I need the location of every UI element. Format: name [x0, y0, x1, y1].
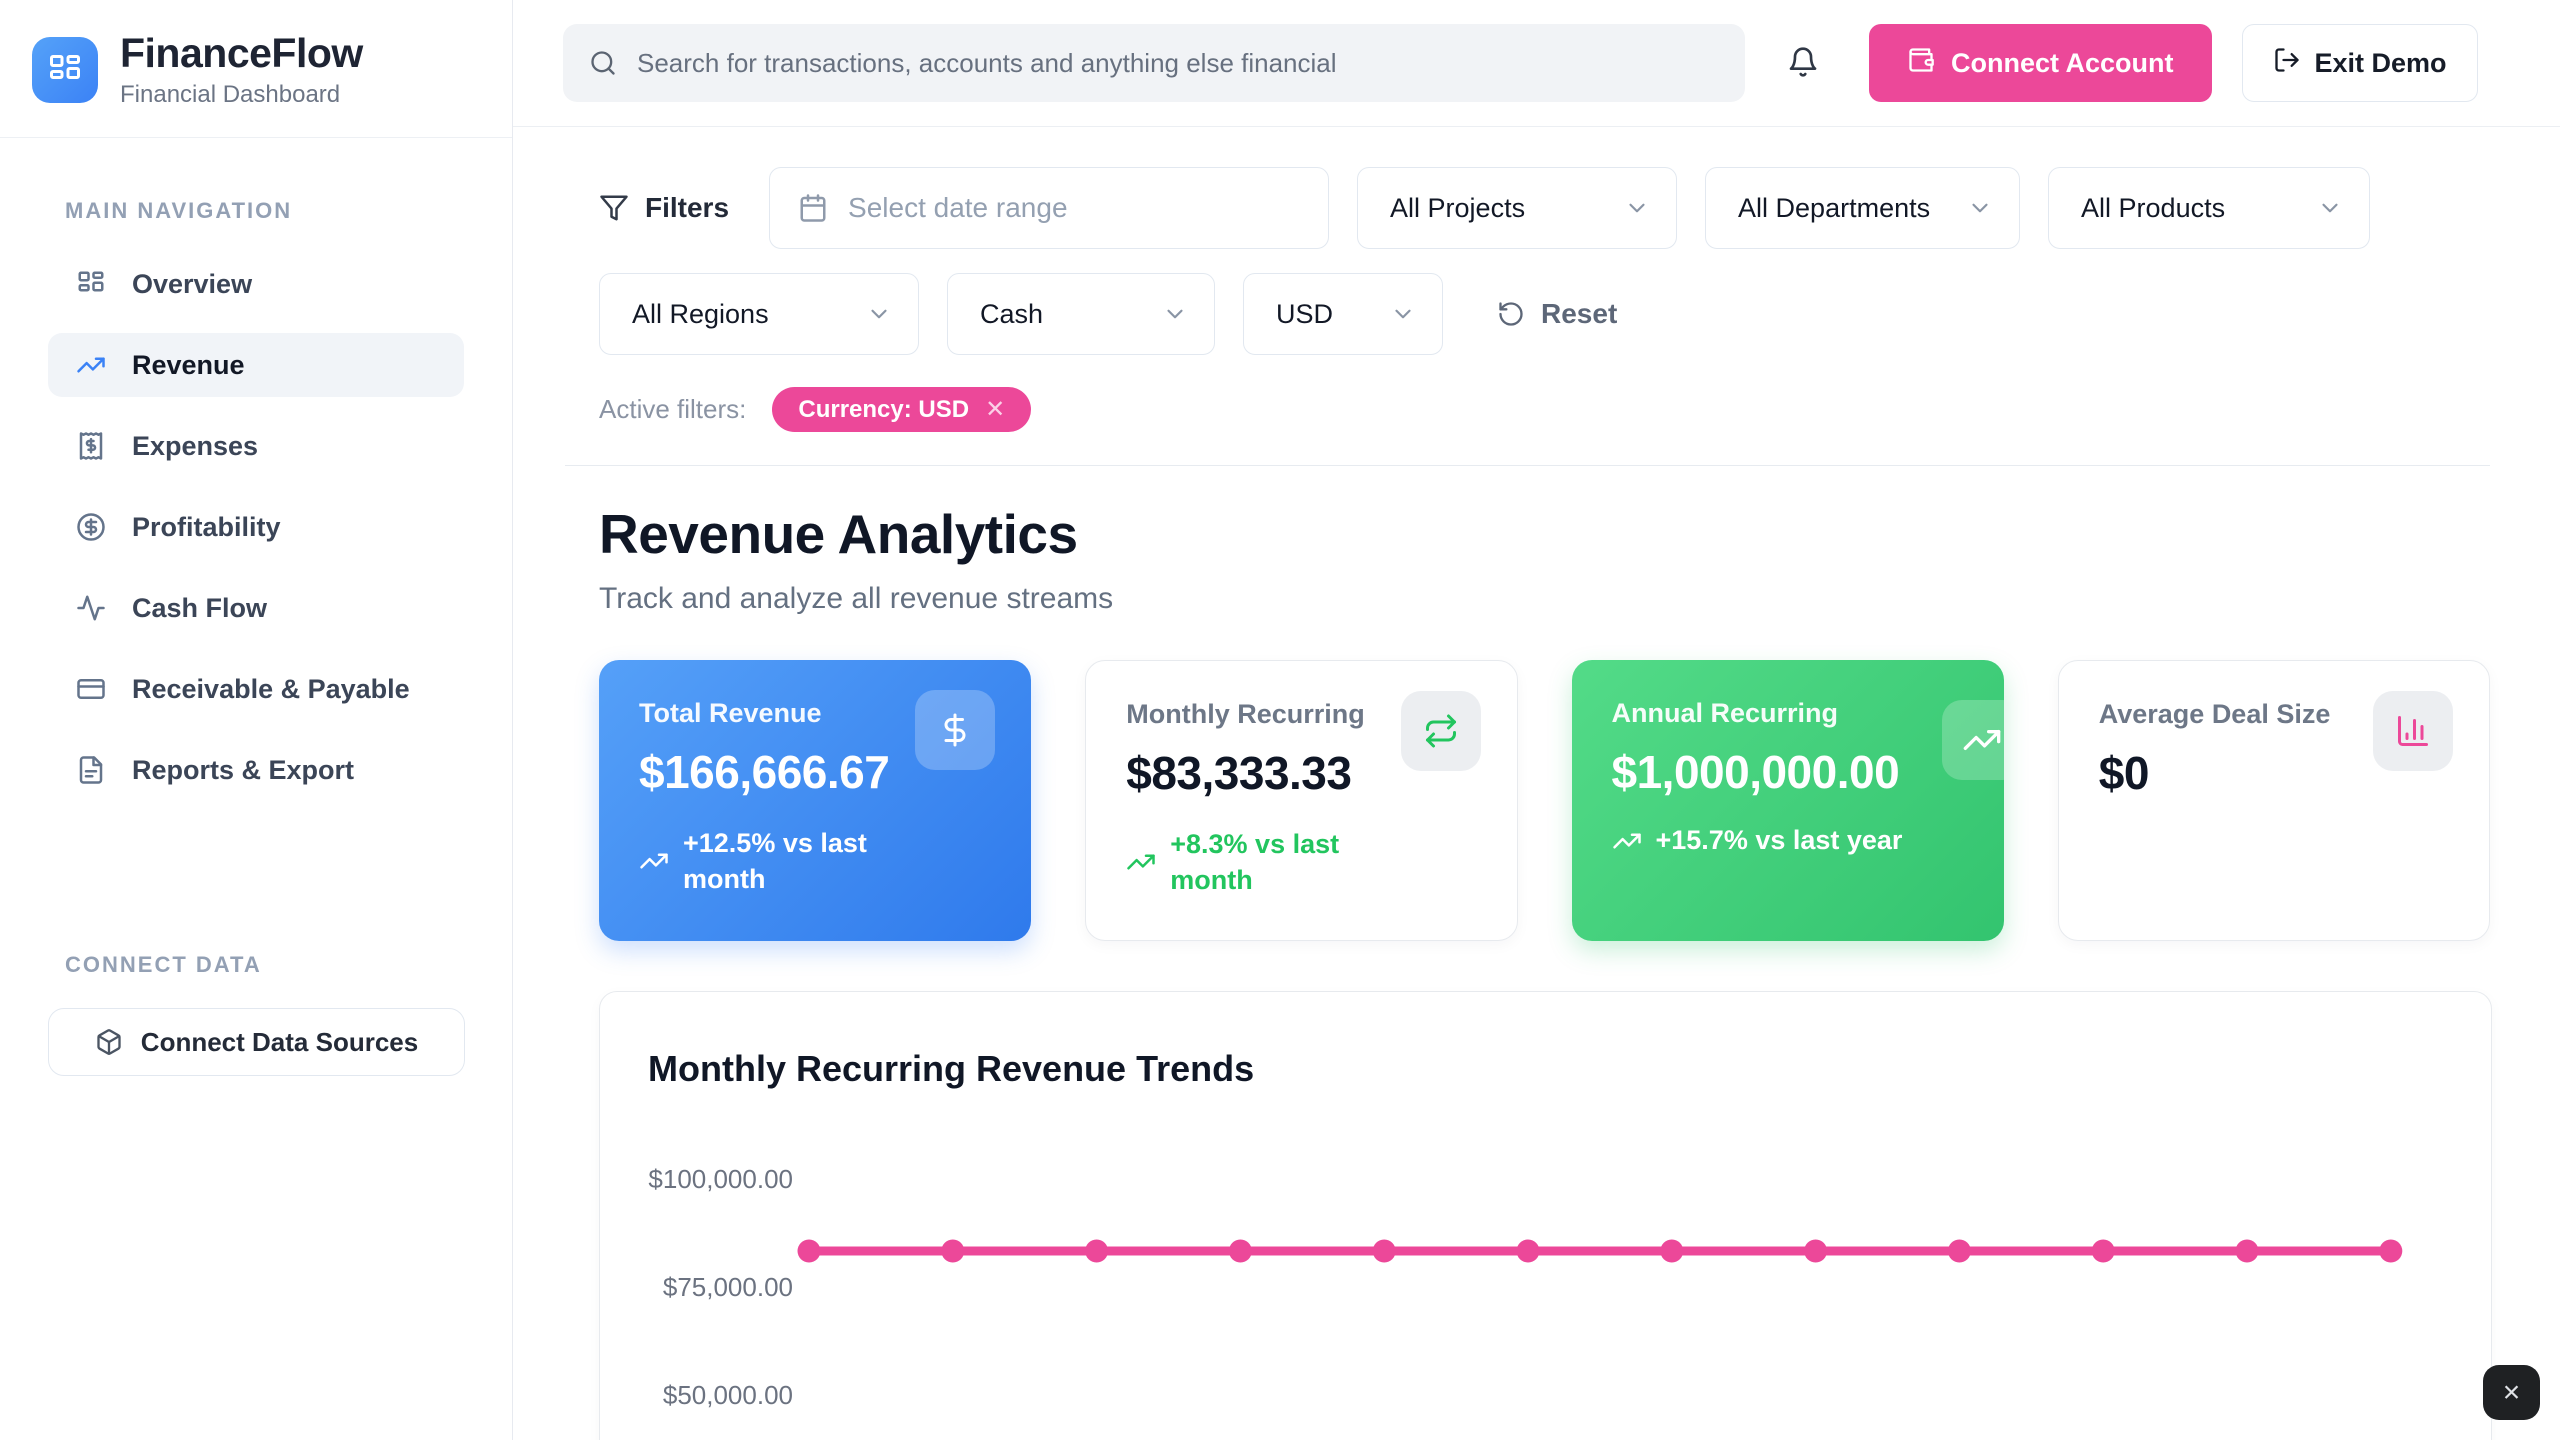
sidebar-item-label: Expenses: [132, 431, 258, 462]
chevron-down-icon: [1162, 301, 1188, 327]
page-title: Revenue Analytics: [599, 502, 2490, 566]
date-range-placeholder: Select date range: [848, 192, 1068, 224]
search-icon: [589, 49, 617, 77]
sidebar-item-label: Profitability: [132, 512, 281, 543]
receipt-icon: [76, 431, 106, 461]
package-box-icon: [95, 1028, 123, 1056]
metric-card-annual-recurring: Annual Recurring $1,000,000.00 +15.7% vs…: [1572, 660, 2004, 941]
repeat-icon: [1401, 691, 1481, 771]
products-dropdown[interactable]: All Products: [2048, 167, 2370, 249]
chip-close-icon[interactable]: ✕: [985, 395, 1005, 424]
activity-icon: [76, 593, 106, 623]
metric-delta: +15.7% vs last year: [1612, 825, 1964, 856]
active-filters-label: Active filters:: [599, 394, 746, 425]
date-range-picker[interactable]: Select date range: [769, 167, 1329, 249]
app-name: FinanceFlow: [120, 30, 363, 77]
bell-icon: [1787, 46, 1819, 81]
bar-chart-icon: [2373, 691, 2453, 771]
sidebar-item-label: Receivable & Payable: [132, 674, 410, 705]
currency-dropdown[interactable]: USD: [1243, 273, 1443, 355]
active-filters-row: Active filters: Currency: USD ✕: [565, 387, 2490, 432]
metric-card-average-deal-size: Average Deal Size $0: [2058, 660, 2490, 941]
connect-account-button[interactable]: Connect Account: [1869, 24, 2212, 102]
mrr-trends-chart-card: Monthly Recurring Revenue Trends $100,00…: [599, 991, 2492, 1440]
search-bar[interactable]: [563, 24, 1745, 102]
page-subtitle: Track and analyze all revenue streams: [599, 582, 2490, 616]
departments-dropdown[interactable]: All Departments: [1705, 167, 2020, 249]
sidebar-item-cash-flow[interactable]: Cash Flow: [48, 576, 464, 640]
credit-card-icon: [76, 674, 106, 704]
active-filter-chip-currency[interactable]: Currency: USD ✕: [772, 387, 1031, 432]
exit-demo-label: Exit Demo: [2315, 48, 2447, 79]
metric-delta: +8.3% vs last month: [1126, 826, 1476, 899]
sidebar-item-expenses[interactable]: Expenses: [48, 414, 464, 478]
search-input[interactable]: [637, 48, 1719, 79]
metric-cards: Total Revenue $166,666.67 +12.5% vs last…: [599, 660, 2490, 941]
close-overlay-button[interactable]: ×: [2483, 1365, 2540, 1420]
log-out-icon: [2273, 46, 2301, 81]
app-tagline: Financial Dashboard: [120, 81, 363, 109]
filters-row-2: All Regions Cash USD: [565, 273, 2490, 355]
sidebar-item-receivable-payable[interactable]: Receivable & Payable: [48, 657, 464, 721]
metric-label: Annual Recurring: [1612, 698, 1964, 729]
connect-data-sources-label: Connect Data Sources: [141, 1027, 418, 1058]
chevron-down-icon: [866, 301, 892, 327]
sidebar-item-label: Cash Flow: [132, 593, 267, 624]
calendar-icon: [798, 193, 828, 223]
chevron-down-icon: [1624, 195, 1650, 221]
projects-dropdown[interactable]: All Projects: [1357, 167, 1677, 249]
sidebar-item-overview[interactable]: Overview: [48, 252, 464, 316]
main-navigation: Overview Revenue Expenses: [0, 224, 512, 802]
circle-dollar-icon: [76, 512, 106, 542]
nav-section-header: MAIN NAVIGATION: [0, 198, 512, 224]
filter-funnel-icon: [599, 193, 629, 223]
exit-demo-button[interactable]: Exit Demo: [2242, 24, 2478, 102]
chevron-down-icon: [1390, 301, 1416, 327]
dollar-icon: [915, 690, 995, 770]
reset-rotate-icon: [1497, 300, 1525, 328]
filters-label: Filters: [599, 192, 729, 224]
sidebar: FinanceFlow Financial Dashboard MAIN NAV…: [0, 0, 513, 1440]
sidebar-item-revenue[interactable]: Revenue: [48, 333, 464, 397]
reset-filters-button[interactable]: Reset: [1497, 298, 1617, 330]
dashboard-grid-icon: [76, 269, 106, 299]
connect-data-header: CONNECT DATA: [0, 952, 512, 978]
metric-delta: +12.5% vs last month: [639, 825, 991, 898]
sidebar-item-reports-export[interactable]: Reports & Export: [48, 738, 464, 802]
trending-up-icon: [1942, 700, 2004, 780]
filters-row-1: Filters Select date range All Projects A…: [565, 167, 2490, 249]
sidebar-item-label: Revenue: [132, 350, 245, 381]
sidebar-item-profitability[interactable]: Profitability: [48, 495, 464, 559]
sidebar-item-label: Overview: [132, 269, 252, 300]
notifications-bell-button[interactable]: [1779, 38, 1827, 89]
accounting-basis-dropdown[interactable]: Cash: [947, 273, 1215, 355]
mrr-trend-line-chart: [600, 992, 2493, 1440]
close-icon: ×: [2503, 1378, 2521, 1408]
connect-account-label: Connect Account: [1951, 48, 2174, 79]
trending-up-icon: [639, 846, 669, 876]
chevron-down-icon: [1967, 195, 1993, 221]
app-logo-block: FinanceFlow Financial Dashboard: [0, 0, 512, 138]
metric-card-monthly-recurring: Monthly Recurring $83,333.33 +8.3% vs la…: [1085, 660, 1517, 941]
sidebar-item-label: Reports & Export: [132, 755, 354, 786]
file-text-icon: [76, 755, 106, 785]
metric-value: $1,000,000.00: [1612, 745, 1964, 799]
app-logo-icon: [32, 37, 98, 103]
trending-up-icon: [1126, 847, 1156, 877]
reset-label: Reset: [1541, 298, 1617, 330]
metric-card-total-revenue: Total Revenue $166,666.67 +12.5% vs last…: [599, 660, 1031, 941]
chevron-down-icon: [2317, 195, 2343, 221]
wallet-icon: [1907, 46, 1935, 81]
trending-up-icon: [1612, 826, 1642, 856]
regions-dropdown[interactable]: All Regions: [599, 273, 919, 355]
topbar: Connect Account Exit Demo: [513, 0, 2560, 127]
section-divider: [565, 465, 2490, 466]
trending-up-icon: [76, 350, 106, 380]
connect-data-sources-button[interactable]: Connect Data Sources: [48, 1008, 465, 1076]
